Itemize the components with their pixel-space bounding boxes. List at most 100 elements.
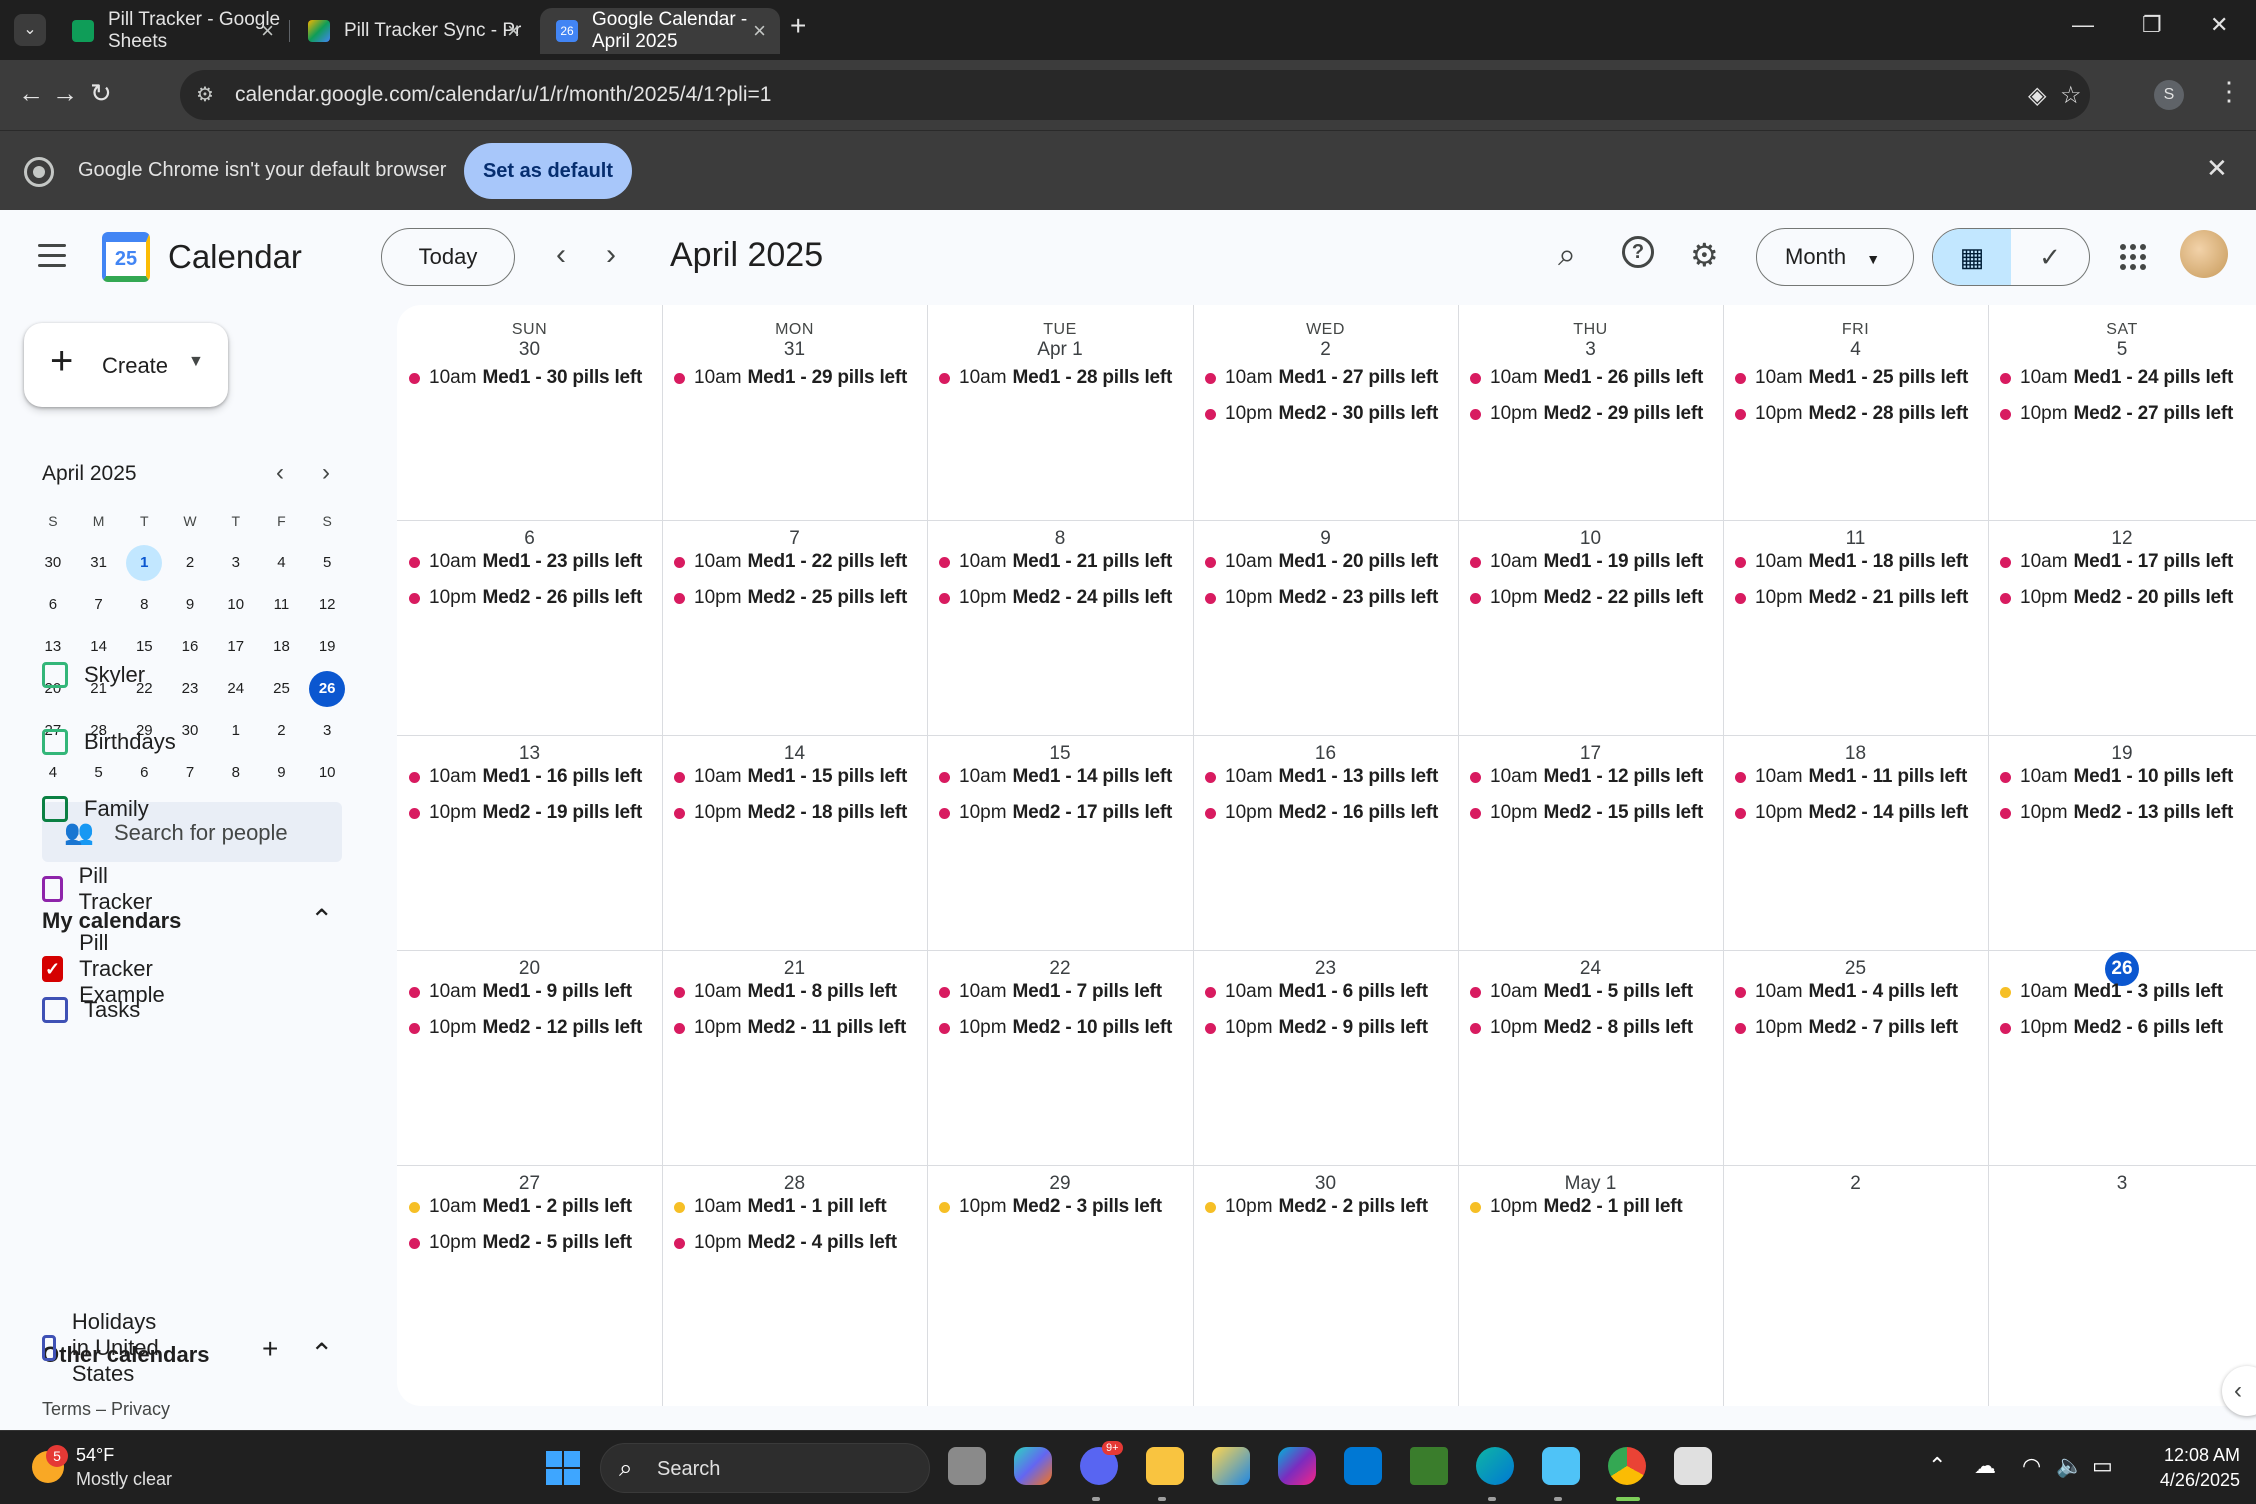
event-chip[interactable]: 10pm Med2 - 22 pills left	[1470, 583, 1703, 613]
event-chip[interactable]: 10am Med1 - 30 pills left	[409, 363, 642, 393]
day-cell[interactable]: 25 10am Med1 - 4 pills left 10pm Med2 - 7 pi…	[1723, 950, 1988, 1165]
calendar-item[interactable]: Birthdays	[42, 729, 176, 755]
event-chip[interactable]: 10am Med1 - 21 pills left	[939, 547, 1172, 577]
day-number[interactable]: 2	[1193, 333, 1458, 367]
restore-icon[interactable]: ❐	[2142, 12, 2162, 38]
event-chip[interactable]: 10pm Med2 - 4 pills left	[674, 1228, 897, 1258]
mini-day[interactable]: 23	[167, 671, 213, 707]
event-chip[interactable]: 10pm Med2 - 25 pills left	[674, 583, 907, 613]
event-chip[interactable]: 10pm Med2 - 9 pills left	[1205, 1013, 1428, 1043]
event-chip[interactable]: 10pm Med2 - 16 pills left	[1205, 798, 1438, 828]
event-chip[interactable]: 10am Med1 - 18 pills left	[1735, 547, 1968, 577]
event-chip[interactable]: 10am Med1 - 13 pills left	[1205, 762, 1438, 792]
event-chip[interactable]: 10am Med1 - 15 pills left	[674, 762, 907, 792]
window-close-icon[interactable]: ✕	[2210, 12, 2228, 38]
site-info-icon[interactable]: ⚙	[196, 82, 214, 107]
event-chip[interactable]: 10am Med1 - 2 pills left	[409, 1192, 632, 1222]
event-chip[interactable]: 10pm Med2 - 27 pills left	[2000, 399, 2233, 429]
close-icon[interactable]: ×	[753, 18, 766, 44]
event-chip[interactable]: 10pm Med2 - 29 pills left	[1470, 399, 1703, 429]
terms-privacy-link[interactable]: Terms – Privacy	[42, 1399, 170, 1420]
event-chip[interactable]: 10am Med1 - 23 pills left	[409, 547, 642, 577]
event-chip[interactable]: 10pm Med2 - 18 pills left	[674, 798, 907, 828]
tab-search-button[interactable]: ⌄	[14, 14, 46, 46]
event-chip[interactable]: 10am Med1 - 20 pills left	[1205, 547, 1438, 577]
mini-day[interactable]: 6	[121, 755, 167, 791]
bookmark-star-icon[interactable]: ☆	[2060, 81, 2082, 110]
day-number[interactable]: 2	[1723, 1167, 1988, 1201]
calendar-item[interactable]: Pill Tracker	[42, 863, 158, 915]
main-menu-icon[interactable]	[38, 244, 66, 274]
event-chip[interactable]: 10am Med1 - 16 pills left	[409, 762, 642, 792]
event-chip[interactable]: 10pm Med2 - 21 pills left	[1735, 583, 1968, 613]
day-cell[interactable]: 10 10am Med1 - 19 pills left 10pm Med2 - 22 …	[1458, 520, 1723, 735]
event-chip[interactable]: 10am Med1 - 19 pills left	[1470, 547, 1703, 577]
day-cell[interactable]: 26 10am Med1 - 3 pills left 10pm Med2 - 6 pi…	[1988, 950, 2256, 1165]
task-view-icon[interactable]	[948, 1447, 986, 1485]
checkbox-icon[interactable]	[42, 997, 68, 1023]
event-chip[interactable]: 10pm Med2 - 5 pills left	[409, 1228, 632, 1258]
day-cell[interactable]: 24 10am Med1 - 5 pills left 10pm Med2 - 8 pi…	[1458, 950, 1723, 1165]
event-chip[interactable]: 10am Med1 - 25 pills left	[1735, 363, 1968, 393]
mini-day[interactable]: 5	[304, 545, 350, 581]
mini-day[interactable]: 8	[213, 755, 259, 791]
day-cell[interactable]: 18 10am Med1 - 11 pills left 10pm Med2 - 14 …	[1723, 735, 1988, 950]
event-chip[interactable]: 10pm Med2 - 11 pills left	[674, 1013, 906, 1043]
tasks-view-icon[interactable]: ✓	[2011, 229, 2089, 285]
day-cell[interactable]: 16 10am Med1 - 13 pills left 10pm Med2 - 16 …	[1193, 735, 1458, 950]
notepad-icon[interactable]	[1542, 1447, 1580, 1485]
mini-day[interactable]: 5	[76, 755, 122, 791]
mini-day[interactable]: 31	[76, 545, 122, 581]
mini-previous-icon[interactable]: ‹	[276, 459, 284, 487]
day-cell[interactable]: 13 10am Med1 - 16 pills left 10pm Med2 - 19 …	[397, 735, 662, 950]
day-cell[interactable]: THU 3 10am Med1 - 26 pills left 10pm Med2 - 2…	[1458, 305, 1723, 520]
day-number[interactable]: 30	[397, 333, 662, 367]
event-chip[interactable]: 10pm Med2 - 6 pills left	[2000, 1013, 2223, 1043]
new-tab-button[interactable]: +	[790, 10, 806, 42]
event-chip[interactable]: 10am Med1 - 27 pills left	[1205, 363, 1438, 393]
event-chip[interactable]: 10am Med1 - 28 pills left	[939, 363, 1172, 393]
event-chip[interactable]: 10pm Med2 - 28 pills left	[1735, 399, 1968, 429]
event-chip[interactable]: 10pm Med2 - 3 pills left	[939, 1192, 1162, 1222]
google-apps-icon[interactable]	[2120, 244, 2146, 270]
lens-icon[interactable]: ◈	[2028, 81, 2046, 110]
day-cell[interactable]: 12 10am Med1 - 17 pills left 10pm Med2 - 20 …	[1988, 520, 2256, 735]
mini-day[interactable]: 7	[167, 755, 213, 791]
copilot-icon[interactable]	[1014, 1447, 1052, 1485]
checkbox-icon[interactable]	[42, 796, 68, 822]
previous-month-icon[interactable]: ‹	[556, 238, 566, 272]
event-chip[interactable]: 10am Med1 - 22 pills left	[674, 547, 907, 577]
snipping-tool-icon[interactable]	[1674, 1447, 1712, 1485]
day-cell[interactable]: 30 10pm Med2 - 2 pills left	[1193, 1165, 1458, 1380]
volume-icon[interactable]: 🔈	[2056, 1453, 2083, 1479]
mini-day[interactable]: 18	[259, 629, 305, 665]
microsoft-365-icon[interactable]	[1278, 1447, 1316, 1485]
day-cell[interactable]: 21 10am Med1 - 8 pills left 10pm Med2 - 11 p…	[662, 950, 927, 1165]
reload-icon[interactable]: ↻	[90, 78, 112, 109]
checkbox-icon[interactable]	[42, 1335, 56, 1361]
checkbox-icon[interactable]	[42, 876, 63, 902]
close-icon[interactable]: ×	[507, 18, 520, 44]
collapse-icon[interactable]: ⌃	[310, 1337, 333, 1370]
mini-day[interactable]: 4	[259, 545, 305, 581]
day-cell[interactable]: 6 10am Med1 - 23 pills left 10pm Med2 - 26 p…	[397, 520, 662, 735]
account-avatar[interactable]	[2180, 230, 2228, 278]
day-cell[interactable]: SUN 30 10am Med1 - 30 pills left	[397, 305, 662, 520]
mini-day[interactable]: 1	[213, 713, 259, 749]
mini-day[interactable]: 8	[121, 587, 167, 623]
menu-kebab-icon[interactable]: ⋮	[2216, 76, 2242, 107]
day-number[interactable]: 3	[1988, 1167, 2256, 1201]
mini-day[interactable]: 3	[304, 713, 350, 749]
mini-day[interactable]: 9	[259, 755, 305, 791]
settings-gear-icon[interactable]: ⚙	[1690, 236, 1719, 274]
mini-day[interactable]: 26	[304, 671, 350, 707]
event-chip[interactable]: 10am Med1 - 26 pills left	[1470, 363, 1703, 393]
close-icon[interactable]: ✕	[2206, 153, 2228, 184]
event-chip[interactable]: 10am Med1 - 12 pills left	[1470, 762, 1703, 792]
event-chip[interactable]: 10am Med1 - 17 pills left	[2000, 547, 2233, 577]
sticky-notes-icon[interactable]	[1212, 1447, 1250, 1485]
event-chip[interactable]: 10pm Med2 - 15 pills left	[1470, 798, 1703, 828]
event-chip[interactable]: 10pm Med2 - 7 pills left	[1735, 1013, 1958, 1043]
edge-icon[interactable]	[1476, 1447, 1514, 1485]
onedrive-icon[interactable]: ☁	[1974, 1453, 1996, 1479]
